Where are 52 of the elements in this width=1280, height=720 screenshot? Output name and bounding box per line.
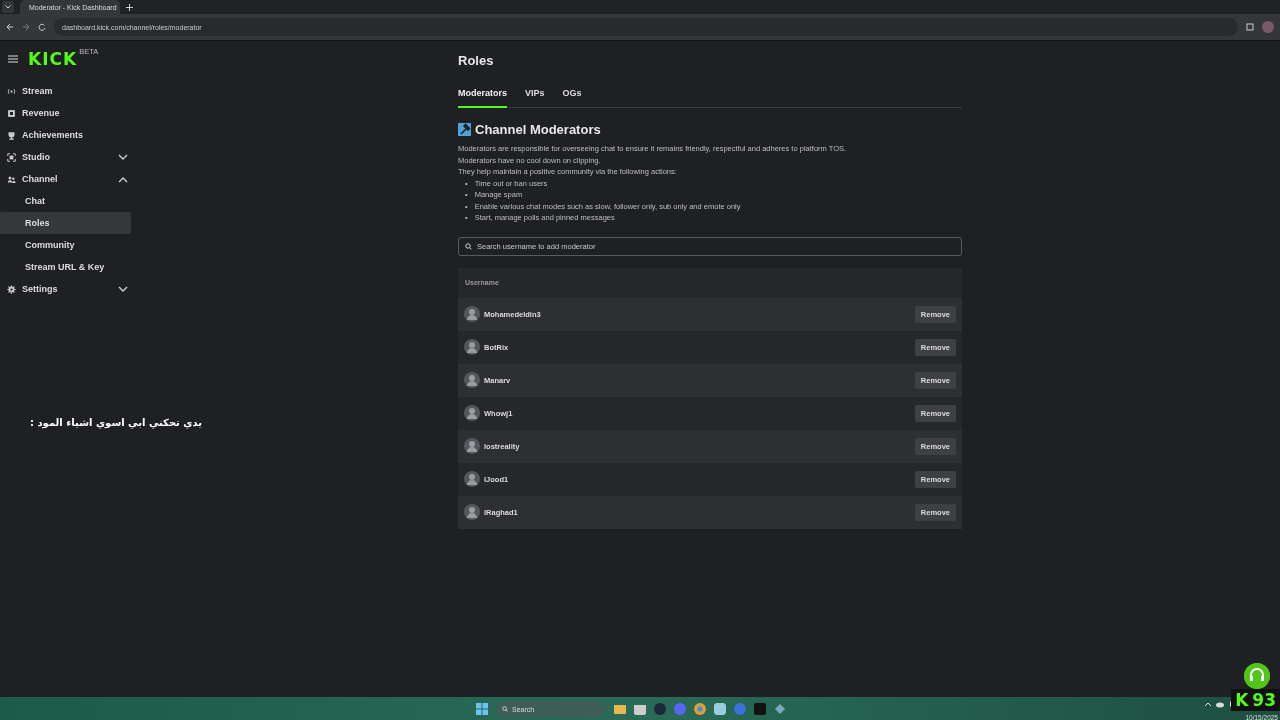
sidebar-subitem[interactable]: Roles [0, 212, 131, 234]
forward-icon[interactable] [22, 23, 30, 31]
tab-list-button[interactable] [2, 1, 14, 13]
section-title: Channel Moderators [475, 122, 601, 137]
avatar-icon [464, 306, 480, 322]
tab[interactable]: OGs [562, 88, 582, 108]
menu-icon[interactable] [8, 54, 18, 63]
sidebar-subitem[interactable]: Chat [0, 190, 131, 212]
app-icon[interactable] [754, 703, 766, 715]
tab[interactable]: Moderators [458, 88, 507, 108]
sidebar-item[interactable]: Studio [0, 146, 131, 168]
sidebar-item[interactable]: Revenue [0, 102, 131, 124]
page-title: Roles [458, 53, 495, 68]
avatar-icon [464, 438, 480, 454]
profile-icon[interactable] [1262, 21, 1274, 33]
sidebar-subitem[interactable]: Community [0, 234, 131, 256]
app-icon[interactable] [654, 703, 666, 715]
avatar-icon [464, 372, 480, 388]
back-icon[interactable] [6, 23, 14, 31]
store-icon[interactable] [634, 703, 646, 715]
studio-icon [7, 152, 16, 162]
tab[interactable]: VIPs [525, 88, 545, 108]
sidebar-item[interactable]: Stream [0, 80, 131, 102]
hammer-icon [458, 123, 471, 136]
logo[interactable]: KICK [28, 48, 78, 69]
channel-icon [7, 174, 16, 184]
chevron-icon [5, 5, 11, 9]
extensions-icon[interactable] [1246, 23, 1254, 31]
settings-icon [7, 284, 16, 294]
avatar-icon [464, 405, 480, 421]
overlay-count: 93 [1252, 690, 1276, 710]
sidebar-item[interactable]: Achievements [0, 124, 131, 146]
reload-icon[interactable] [38, 23, 46, 31]
trophy-icon [7, 130, 16, 140]
avatar-icon [464, 504, 480, 520]
sidebar-subitem[interactable]: Stream URL & Key [0, 256, 131, 278]
sidebar-item[interactable]: Settings [0, 278, 131, 300]
app-icon[interactable] [714, 703, 726, 715]
new-tab-icon[interactable] [126, 3, 133, 11]
windows-icon[interactable] [476, 703, 488, 715]
search-icon [465, 242, 472, 250]
stream-icon [7, 86, 16, 96]
app-icon[interactable] [774, 703, 786, 715]
search-icon [502, 706, 508, 712]
browser-icon[interactable] [694, 703, 706, 715]
overlay-letter: K [1235, 690, 1249, 710]
avatar-icon [464, 339, 480, 355]
headset-icon[interactable] [1244, 663, 1270, 689]
folder-icon[interactable] [614, 703, 626, 715]
sidebar-item[interactable]: Channel [0, 168, 131, 190]
subtitle-caption: يدي تحكني ابي اسوي اشياء المود : [30, 417, 203, 428]
avatar-icon [464, 471, 480, 487]
